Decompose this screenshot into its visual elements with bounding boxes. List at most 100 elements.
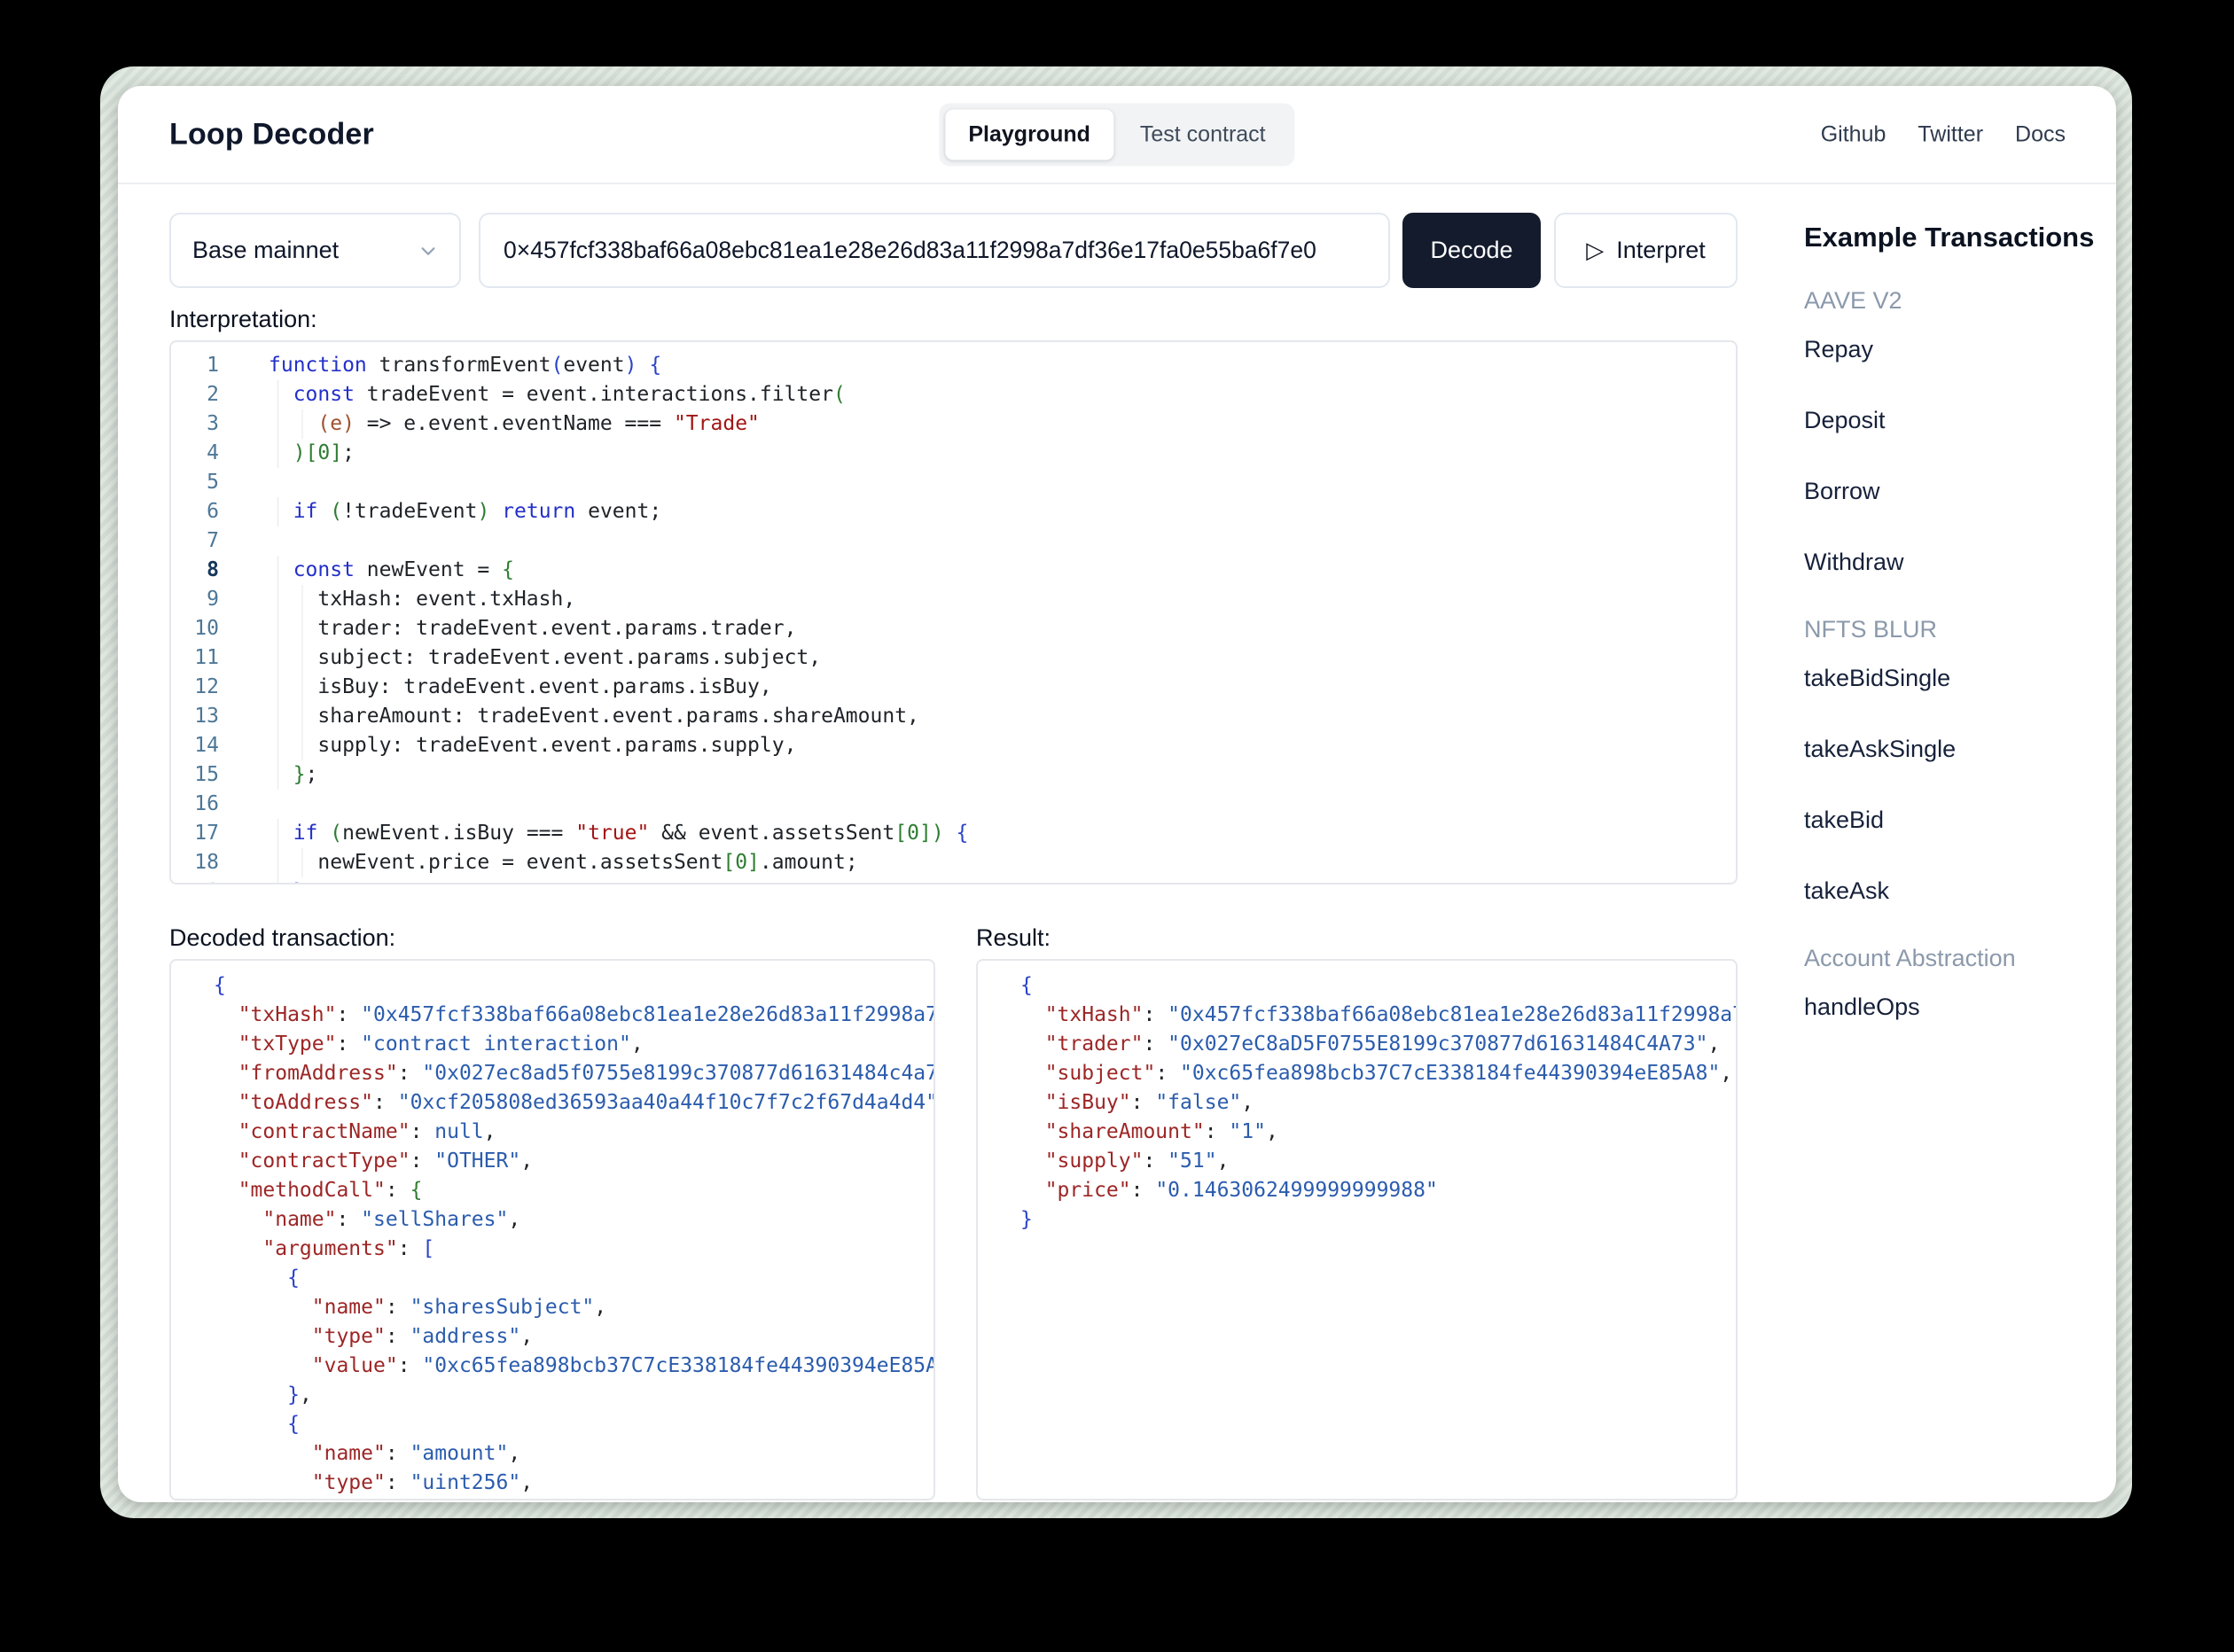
line-number: 15	[171, 760, 251, 790]
decode-button[interactable]: Decode	[1402, 213, 1541, 288]
link-docs[interactable]: Docs	[2015, 121, 2066, 147]
example-transactions-sidebar: Example Transactions AAVE V2 Repay Deposit…	[1804, 222, 2116, 1022]
json-line: "value": "1"	[214, 1498, 933, 1500]
json-line: "type": "uint256",	[214, 1469, 933, 1498]
line-number: 3	[171, 409, 251, 439]
indent-guide	[269, 409, 317, 439]
tx-hash-input[interactable]	[479, 213, 1390, 288]
line-number: 1	[171, 351, 251, 380]
sidebar-item-borrow[interactable]: Borrow	[1804, 476, 2116, 506]
code-line: 8const newEvent = {	[171, 556, 1736, 585]
json-line: "trader": "0x027eC8aD5F0755E8199c370877d…	[1020, 1030, 1736, 1059]
app-card: Loop Decoder PlaygroundTest contract Git…	[118, 86, 2116, 1502]
indent-guide	[269, 643, 317, 673]
sidebar-group-account-abstraction: Account Abstraction handleOps	[1804, 945, 2116, 1022]
sidebar-item-takebidsingle[interactable]: takeBidSingle	[1804, 663, 2116, 693]
line-number: 13	[171, 702, 251, 731]
network-select-value: Base mainnet	[192, 237, 339, 264]
json-line: "toAddress": "0xcf205808ed36593aa40a44f1…	[214, 1088, 933, 1118]
tab-bar: PlaygroundTest contract	[939, 103, 1294, 166]
json-line: "arguments": [	[214, 1235, 933, 1264]
line-number: 14	[171, 731, 251, 760]
code-line: 13shareAmount: tradeEvent.event.params.s…	[171, 702, 1736, 731]
code-line: 10trader: tradeEvent.event.params.trader…	[171, 614, 1736, 643]
sidebar-item-takebid[interactable]: takeBid	[1804, 805, 2116, 835]
code-line: 16	[171, 790, 1736, 819]
code-line: 9txHash: event.txHash,	[171, 585, 1736, 614]
sidebar-group-heading: AAVE V2	[1804, 287, 2116, 315]
decoded-transaction-panel[interactable]: {"txHash": "0x457fcf338baf66a08ebc81ea1e…	[169, 959, 935, 1500]
sidebar-item-repay[interactable]: Repay	[1804, 334, 2116, 364]
json-line: "fromAddress": "0x027ec8ad5f0755e8199c37…	[214, 1059, 933, 1088]
code-line: 18newEvent.price = event.assetsSent[0].a…	[171, 848, 1736, 877]
play-icon: ▷	[1586, 237, 1604, 264]
indent-guide	[269, 760, 293, 790]
code-line: 6if (!tradeEvent) return event;	[171, 497, 1736, 526]
interpret-button[interactable]: ▷ Interpret	[1554, 213, 1738, 288]
code-line: 12isBuy: tradeEvent.event.params.isBuy,	[171, 673, 1736, 702]
result-label: Result:	[976, 924, 1051, 952]
indent-guide	[269, 877, 293, 884]
indent-guide	[269, 731, 317, 760]
json-line: "subject": "0xc65fea898bcb37C7cE338184fe…	[1020, 1059, 1736, 1088]
sidebar-item-takeask[interactable]: takeAsk	[1804, 876, 2116, 906]
json-line: "name": "sellShares",	[214, 1205, 933, 1235]
line-number: 12	[171, 673, 251, 702]
line-number: 16	[171, 790, 251, 819]
json-line: "name": "sharesSubject",	[214, 1293, 933, 1322]
result-panel[interactable]: {"txHash": "0x457fcf338baf66a08ebc81ea1e…	[976, 959, 1738, 1500]
line-number: 7	[171, 526, 251, 556]
json-line: "txHash": "0x457fcf338baf66a08ebc81ea1e2…	[214, 1001, 933, 1030]
code-line: 1function transformEvent(event) {	[171, 351, 1736, 380]
sidebar-title: Example Transactions	[1804, 222, 2116, 253]
sidebar-item-withdraw[interactable]: Withdraw	[1804, 547, 2116, 577]
sidebar-item-deposit[interactable]: Deposit	[1804, 405, 2116, 435]
code-line: 3(e) => e.event.eventName === "Trade"	[171, 409, 1736, 439]
tab-test-contract[interactable]: Test contract	[1117, 109, 1289, 160]
sidebar-item-takeasksingle[interactable]: takeAskSingle	[1804, 734, 2116, 764]
sidebar-group-nfts-blur: NFTS BLUR takeBidSingle takeAskSingle takeB…	[1804, 616, 2116, 906]
code-line: 14supply: tradeEvent.event.params.supply…	[171, 731, 1736, 760]
tab-playground[interactable]: Playground	[945, 109, 1113, 160]
code-line: 11subject: tradeEvent.event.params.subje…	[171, 643, 1736, 673]
interpretation-label: Interpretation:	[169, 306, 317, 333]
indent-guide	[269, 585, 317, 614]
sidebar-group-heading: Account Abstraction	[1804, 945, 2116, 972]
json-line: "contractType": "OTHER",	[214, 1147, 933, 1176]
indent-guide	[269, 439, 293, 468]
json-line: "type": "address",	[214, 1322, 933, 1352]
json-line: {	[1020, 971, 1736, 1001]
link-twitter[interactable]: Twitter	[1918, 121, 1983, 147]
line-number: 6	[171, 497, 251, 526]
header: Loop Decoder PlaygroundTest contract Git…	[118, 86, 2116, 184]
line-number: 2	[171, 380, 251, 409]
code-editor[interactable]: 1function transformEvent(event) {2const …	[169, 340, 1738, 884]
json-line: "contractName": null,	[214, 1118, 933, 1147]
indent-guide	[269, 556, 293, 585]
decoded-transaction-label: Decoded transaction:	[169, 924, 395, 952]
json-line: "shareAmount": "1",	[1020, 1118, 1736, 1147]
interpret-button-label: Interpret	[1616, 237, 1706, 264]
code-line: 4)[0];	[171, 439, 1736, 468]
json-line: }	[1020, 1205, 1736, 1235]
code-line: 2const tradeEvent = event.interactions.f…	[171, 380, 1736, 409]
link-github[interactable]: Github	[1821, 121, 1886, 147]
json-line: {	[214, 971, 933, 1001]
sidebar-group-heading: NFTS BLUR	[1804, 616, 2116, 643]
line-number: 9	[171, 585, 251, 614]
indent-guide	[269, 702, 317, 731]
json-line: "txType": "contract interaction",	[214, 1030, 933, 1059]
line-number: 19	[171, 877, 251, 884]
sidebar-item-handleops[interactable]: handleOps	[1804, 992, 2116, 1022]
json-line: "value": "0xc65fea898bcb37C7cE338184fe44…	[214, 1352, 933, 1381]
line-number: 17	[171, 819, 251, 848]
indent-guide	[269, 819, 293, 848]
code-line: 7	[171, 526, 1736, 556]
code-line: 5	[171, 468, 1736, 497]
header-links: Github Twitter Docs	[1821, 121, 2066, 147]
sidebar-group-aave-v2: AAVE V2 Repay Deposit Borrow Withdraw	[1804, 287, 2116, 577]
network-select[interactable]: Base mainnet	[169, 213, 461, 288]
line-number: 5	[171, 468, 251, 497]
code-line: 17if (newEvent.isBuy === "true" && event…	[171, 819, 1736, 848]
line-number: 4	[171, 439, 251, 468]
